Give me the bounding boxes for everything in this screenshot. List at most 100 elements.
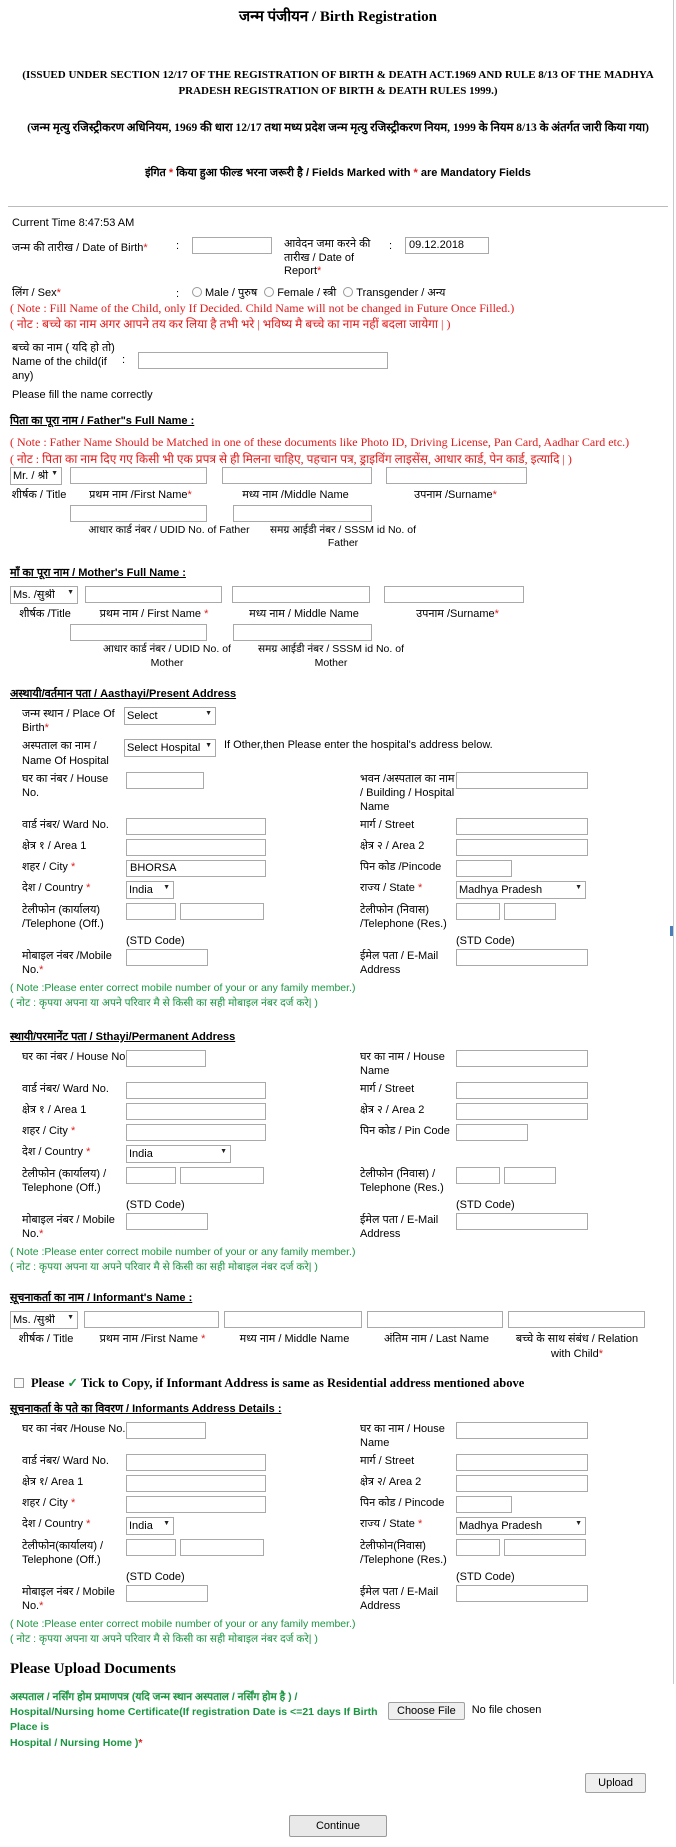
father-first-name-input[interactable]: [70, 466, 207, 484]
present-tel-res-std-input[interactable]: [456, 902, 500, 920]
present-city-input[interactable]: [126, 859, 266, 877]
upload-button[interactable]: Upload: [585, 1772, 646, 1793]
perm-country-select-wrap[interactable]: India: [126, 1144, 231, 1163]
perm-ward-input[interactable]: [126, 1081, 266, 1099]
perm-house-no-input[interactable]: [126, 1049, 206, 1067]
perm-tel-res-std-input[interactable]: [456, 1166, 500, 1184]
present-tel-off-std-input[interactable]: [126, 902, 176, 920]
inf-std-code-row: (STD Code) (STD Code): [22, 1571, 668, 1583]
perm-area2-input[interactable]: [456, 1102, 588, 1120]
present-mobile-input[interactable]: [126, 949, 208, 967]
place-of-birth-select-wrap[interactable]: Select: [124, 707, 216, 726]
sex-option-transgender-label: Transgender / अन्य: [356, 287, 446, 300]
inf-house-name-input[interactable]: [456, 1422, 588, 1439]
father-middle-name-input[interactable]: [222, 466, 372, 484]
inf-area1-input[interactable]: [126, 1475, 266, 1493]
father-title-caption: शीर्षक / Title: [11, 488, 67, 501]
perm-pincode-input[interactable]: [456, 1123, 528, 1141]
inf-country-select[interactable]: India: [126, 1517, 174, 1536]
radio-male-icon[interactable]: [192, 287, 202, 298]
inf-area2-input[interactable]: [456, 1475, 588, 1493]
copy-address-checkbox[interactable]: [14, 1378, 24, 1388]
present-area1-input[interactable]: [126, 838, 266, 856]
perm-tel-off-std-input[interactable]: [126, 1166, 176, 1184]
informant-first-name-input[interactable]: [84, 1311, 219, 1329]
copy-address-checkbox-row[interactable]: Please ✓ Tick to Copy, if Informant Addr…: [14, 1375, 668, 1391]
present-area2-input[interactable]: [456, 838, 588, 856]
informant-relation-input[interactable]: [508, 1311, 645, 1329]
perm-tel-res-number-input[interactable]: [504, 1166, 556, 1184]
mother-udid-input[interactable]: [70, 624, 207, 642]
perm-area1-input[interactable]: [126, 1102, 266, 1120]
date-of-birth-input[interactable]: [192, 236, 272, 254]
present-street-input[interactable]: [456, 817, 588, 835]
present-ward-no-input[interactable]: [126, 817, 266, 835]
mother-title-select[interactable]: Ms. /सुश्री: [10, 586, 78, 605]
sex-option-female[interactable]: Female / स्त्री: [264, 285, 336, 300]
inf-ward-input[interactable]: [126, 1454, 266, 1472]
present-country-select-wrap[interactable]: India: [126, 880, 174, 899]
mother-middle-name-input[interactable]: [232, 586, 370, 604]
present-house-no-input[interactable]: [126, 771, 204, 789]
present-pincode-input[interactable]: [456, 859, 512, 877]
mother-surname-input[interactable]: [384, 586, 524, 604]
perm-std-code-row: (STD Code) (STD Code): [22, 1199, 668, 1211]
mother-title-select-wrap[interactable]: Ms. /सुश्री: [10, 586, 78, 605]
inf-state-select[interactable]: Madhya Pradesh: [456, 1517, 586, 1536]
perm-mobile-input[interactable]: [126, 1212, 208, 1230]
inf-tel-off-number-input[interactable]: [180, 1539, 264, 1557]
father-name-captions: शीर्षक / Title प्रथम नाम /First Name* मध…: [10, 487, 668, 502]
perm-email-input[interactable]: [456, 1212, 588, 1230]
informant-last-name-input[interactable]: [367, 1311, 503, 1329]
inf-pincode-input[interactable]: [456, 1496, 512, 1514]
place-of-birth-select[interactable]: Select: [124, 707, 216, 726]
sex-option-transgender[interactable]: Transgender / अन्य: [343, 285, 445, 300]
father-udid-input[interactable]: [70, 504, 207, 522]
perm-house-name-input[interactable]: [456, 1049, 588, 1067]
inf-email-input[interactable]: [456, 1585, 588, 1603]
present-tel-off-number-input[interactable]: [180, 902, 264, 920]
perm-street-input[interactable]: [456, 1081, 588, 1099]
fill-name-correctly-note: Please fill the name correctly: [12, 389, 153, 402]
informant-title-select-wrap[interactable]: Ms. /सुश्री: [10, 1311, 78, 1330]
country-label: देश / Country *: [22, 881, 91, 894]
father-surname-input[interactable]: [386, 466, 527, 484]
inf-street-input[interactable]: [456, 1454, 588, 1472]
informant-middle-name-input[interactable]: [224, 1311, 362, 1329]
mother-id-inputs: [10, 624, 668, 642]
father-title-select-wrap[interactable]: Mr. / श्री: [10, 466, 62, 485]
present-state-select-wrap[interactable]: Madhya Pradesh: [456, 880, 586, 899]
inf-mobile-input[interactable]: [126, 1585, 208, 1603]
child-name-row: बच्चे का नाम ( यदि हो तो) Name of the ch…: [12, 341, 668, 384]
perm-country-select[interactable]: India: [126, 1144, 231, 1163]
present-state-select[interactable]: Madhya Pradesh: [456, 880, 586, 899]
hospital-select-wrap[interactable]: Select Hospital: [124, 739, 216, 758]
sex-option-male[interactable]: Male / पुरुष: [192, 285, 257, 300]
inf-state-select-wrap[interactable]: Madhya Pradesh: [456, 1517, 586, 1536]
continue-button[interactable]: Continue: [288, 1814, 388, 1837]
mother-sssm-input[interactable]: [233, 624, 372, 642]
present-building-name-input[interactable]: [456, 771, 588, 789]
inf-tel-off-std-input[interactable]: [126, 1539, 176, 1557]
inf-house-no-input[interactable]: [126, 1422, 206, 1439]
informant-title-select[interactable]: Ms. /सुश्री: [10, 1311, 78, 1330]
father-sssm-input[interactable]: [233, 504, 372, 522]
choose-file-button[interactable]: Choose File: [388, 1701, 465, 1720]
child-name-colon: :: [122, 353, 126, 366]
present-tel-res-number-input[interactable]: [504, 902, 556, 920]
present-email-input[interactable]: [456, 949, 588, 967]
hospital-select[interactable]: Select Hospital: [124, 739, 216, 758]
radio-transgender-icon[interactable]: [343, 287, 354, 298]
father-title-select[interactable]: Mr. / श्री: [10, 466, 62, 485]
date-of-report-input[interactable]: [405, 236, 489, 254]
inf-tel-res-number-input[interactable]: [504, 1539, 586, 1557]
perm-city-input[interactable]: [126, 1123, 266, 1141]
child-name-input[interactable]: [138, 351, 388, 369]
perm-tel-off-number-input[interactable]: [180, 1166, 264, 1184]
radio-female-icon[interactable]: [264, 287, 275, 298]
inf-city-input[interactable]: [126, 1496, 266, 1514]
present-country-select[interactable]: India: [126, 880, 174, 899]
inf-country-select-wrap[interactable]: India: [126, 1517, 174, 1536]
inf-tel-res-std-input[interactable]: [456, 1539, 500, 1557]
mother-first-name-input[interactable]: [85, 586, 222, 604]
